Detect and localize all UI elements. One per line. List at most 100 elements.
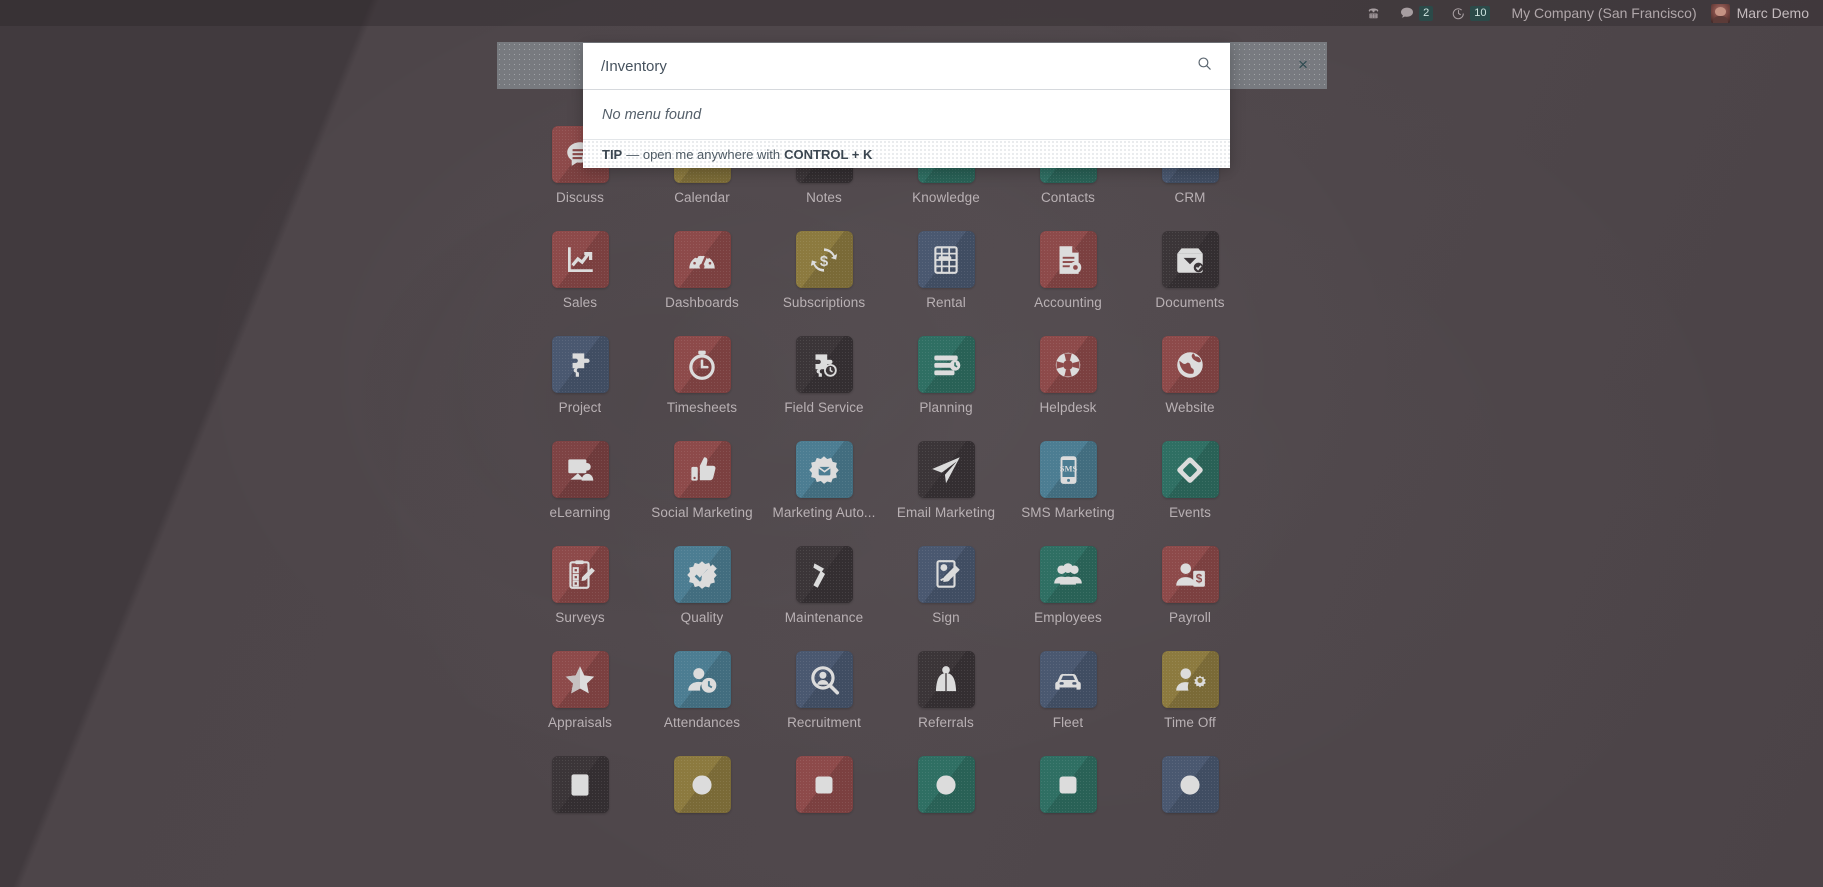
app-item[interactable]: Timesheets: [641, 336, 763, 441]
app-item[interactable]: [1129, 756, 1251, 861]
app-item[interactable]: $ Payroll: [1129, 546, 1251, 651]
sms-marketing-icon[interactable]: SMS: [1039, 441, 1097, 498]
messages-counter[interactable]: 2: [1390, 0, 1442, 26]
app-item[interactable]: Sales: [519, 231, 641, 336]
app-item[interactable]: Recruitment: [763, 651, 885, 756]
app-item[interactable]: [1007, 756, 1129, 861]
events-icon[interactable]: [1161, 441, 1219, 498]
app-label: eLearning: [549, 505, 611, 520]
marketing-automation-icon[interactable]: [795, 441, 853, 498]
maintenance-icon[interactable]: [795, 546, 853, 603]
app-label: Rental: [926, 295, 966, 310]
rental-icon[interactable]: [917, 231, 975, 288]
app-item[interactable]: Marketing Auto...: [763, 441, 885, 546]
app-item[interactable]: Time Off: [1129, 651, 1251, 756]
timesheets-icon[interactable]: [673, 336, 731, 393]
partial-row-icon-4[interactable]: [917, 756, 975, 813]
palette-results: No menu found: [583, 90, 1230, 140]
app-item[interactable]: Rental: [885, 231, 1007, 336]
app-item[interactable]: Events: [1129, 441, 1251, 546]
app-item[interactable]: Surveys: [519, 546, 641, 651]
app-label: Notes: [806, 190, 842, 205]
top-bar: 2 10 My Company (San Francisco) Marc Dem…: [0, 0, 1823, 26]
payroll-icon[interactable]: $: [1161, 546, 1219, 603]
app-item[interactable]: Social Marketing: [641, 441, 763, 546]
project-icon[interactable]: [551, 336, 609, 393]
surveys-icon[interactable]: [551, 546, 609, 603]
partial-row-icon-3[interactable]: [795, 756, 853, 813]
app-item[interactable]: Project: [519, 336, 641, 441]
app-item[interactable]: Email Marketing: [885, 441, 1007, 546]
app-item[interactable]: [641, 756, 763, 861]
referrals-icon[interactable]: [917, 651, 975, 708]
app-label: Discuss: [556, 190, 604, 205]
tip-text: — open me anywhere with: [626, 146, 781, 162]
username-label: Marc Demo: [1736, 5, 1809, 21]
app-item[interactable]: Attendances: [641, 651, 763, 756]
app-label: Knowledge: [912, 190, 980, 205]
partial-row-icon-6[interactable]: [1161, 756, 1219, 813]
messages-badge: 2: [1419, 5, 1434, 21]
website-icon[interactable]: [1161, 336, 1219, 393]
documents-icon[interactable]: [1161, 231, 1219, 288]
planning-icon[interactable]: [917, 336, 975, 393]
app-item[interactable]: [763, 756, 885, 861]
app-item[interactable]: Referrals: [885, 651, 1007, 756]
app-label: Sign: [932, 610, 960, 625]
app-item[interactable]: SMS SMS Marketing: [1007, 441, 1129, 546]
app-item[interactable]: Website: [1129, 336, 1251, 441]
dashboards-icon[interactable]: [673, 231, 731, 288]
partial-row-icon-5[interactable]: [1039, 756, 1097, 813]
app-item[interactable]: eLearning: [519, 441, 641, 546]
accounting-icon[interactable]: [1039, 231, 1097, 288]
app-item[interactable]: Accounting: [1007, 231, 1129, 336]
user-menu[interactable]: Marc Demo: [1710, 3, 1821, 23]
sign-icon[interactable]: [917, 546, 975, 603]
phone-glyph: [1366, 6, 1381, 21]
palette-search-row: [583, 43, 1230, 90]
activities-counter[interactable]: 10: [1442, 0, 1499, 26]
app-item[interactable]: [519, 756, 641, 861]
app-label: Social Marketing: [651, 505, 753, 520]
svg-text:$: $: [1196, 572, 1203, 585]
app-label: Dashboards: [665, 295, 739, 310]
email-marketing-icon[interactable]: [917, 441, 975, 498]
elearning-icon[interactable]: [551, 441, 609, 498]
phone-icon[interactable]: [1357, 0, 1390, 26]
app-label: Website: [1165, 400, 1215, 415]
appraisals-icon[interactable]: [551, 651, 609, 708]
recruitment-icon[interactable]: [795, 651, 853, 708]
app-label: Planning: [919, 400, 973, 415]
app-item[interactable]: Appraisals: [519, 651, 641, 756]
field-service-icon[interactable]: [795, 336, 853, 393]
app-item[interactable]: Documents: [1129, 231, 1251, 336]
tip-shortcut: CONTROL + K: [784, 146, 873, 162]
time-off-icon[interactable]: [1161, 651, 1219, 708]
social-marketing-icon[interactable]: [673, 441, 731, 498]
close-icon[interactable]: ×: [1298, 56, 1308, 73]
app-item[interactable]: Planning: [885, 336, 1007, 441]
app-item[interactable]: Maintenance: [763, 546, 885, 651]
app-item[interactable]: Dashboards: [641, 231, 763, 336]
quality-icon[interactable]: [673, 546, 731, 603]
partial-row-icon-2[interactable]: [673, 756, 731, 813]
helpdesk-icon[interactable]: [1039, 336, 1097, 393]
app-item[interactable]: Fleet: [1007, 651, 1129, 756]
app-item[interactable]: [885, 756, 1007, 861]
app-item[interactable]: Field Service: [763, 336, 885, 441]
app-item[interactable]: Helpdesk: [1007, 336, 1129, 441]
company-selector[interactable]: My Company (San Francisco): [1499, 5, 1710, 21]
employees-icon[interactable]: [1039, 546, 1097, 603]
subscriptions-icon[interactable]: $: [795, 231, 853, 288]
partial-row-icon-1[interactable]: [551, 756, 609, 813]
app-item[interactable]: $ Subscriptions: [763, 231, 885, 336]
app-item[interactable]: Sign: [885, 546, 1007, 651]
app-item[interactable]: Employees: [1007, 546, 1129, 651]
search-icon[interactable]: [1196, 55, 1213, 77]
search-input[interactable]: [601, 57, 1186, 75]
attendances-icon[interactable]: [673, 651, 731, 708]
app-label: Marketing Auto...: [772, 505, 876, 520]
sales-icon[interactable]: [551, 231, 609, 288]
fleet-icon[interactable]: [1039, 651, 1097, 708]
app-item[interactable]: Quality: [641, 546, 763, 651]
